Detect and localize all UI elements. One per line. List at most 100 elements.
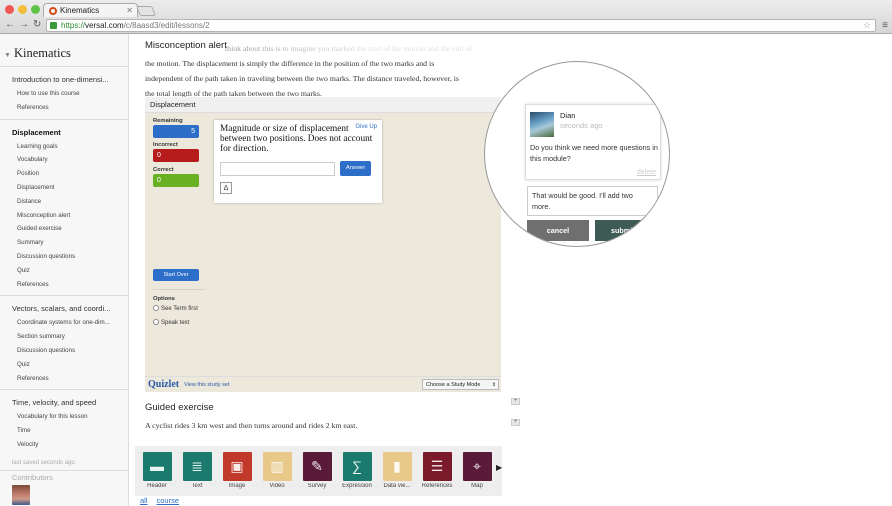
data-viz-icon: ▮	[382, 452, 412, 481]
sidebar-item[interactable]: References	[0, 101, 124, 115]
reply-textarea[interactable]: That would be good. I'll add two more.	[527, 186, 658, 216]
sidebar-item[interactable]: References	[0, 278, 124, 292]
answer-input[interactable]	[220, 162, 335, 176]
remaining-count: 5	[153, 125, 199, 138]
sidebar-item[interactable]: Vocabulary	[0, 153, 124, 167]
guided-exercise-heading[interactable]: Guided exercise	[145, 402, 214, 413]
minimize-window-button[interactable]	[18, 5, 27, 14]
comment-timestamp: seconds ago	[560, 121, 603, 130]
option-speak-text[interactable]: Speak text	[153, 319, 189, 326]
gadget-survey[interactable]: ✎ Survey	[298, 452, 336, 489]
image-icon: ▣	[222, 452, 252, 481]
answer-button[interactable]: Answer	[340, 161, 371, 176]
sidebar-section-title[interactable]: Displacement	[0, 126, 124, 140]
para-line-2: the motion. The displacement is simply t…	[145, 59, 435, 68]
incorrect-value: 0	[157, 152, 161, 159]
course-title[interactable]: ▼ Kinematics	[0, 34, 128, 66]
favicon-icon	[49, 7, 57, 15]
sidebar-section-title[interactable]: Time, velocity, and speed	[0, 396, 124, 410]
section-list: Introduction to one-dimensi... How to use…	[0, 67, 128, 456]
new-tab-button[interactable]	[136, 6, 156, 16]
sidebar-item[interactable]: Coordinate systems for one-dim...	[0, 316, 124, 330]
gadget-header[interactable]: ▬ Header	[138, 452, 176, 489]
gadget-image[interactable]: ▣ Image	[218, 452, 256, 489]
cancel-button[interactable]: cancel	[527, 220, 589, 241]
incorrect-count: 0	[153, 149, 199, 162]
gadget-video[interactable]: ▥ Video	[258, 452, 296, 489]
sidebar-item[interactable]: Discussion questions	[0, 250, 124, 264]
sidebar-item[interactable]: Position	[0, 167, 124, 181]
gadget-label: Data vie...	[383, 483, 411, 489]
submit-button[interactable]: submit	[595, 220, 659, 241]
browser-tab[interactable]: Kinematics ✕	[43, 3, 138, 17]
option-see-term-first[interactable]: See Term first	[153, 305, 198, 312]
expression-icon-glyph: ∑	[352, 458, 362, 474]
quizlet-logo[interactable]: Quizlet	[148, 379, 179, 390]
map-icon: ⌖	[462, 452, 492, 481]
special-character-button[interactable]: Δ	[220, 182, 232, 194]
sidebar-item[interactable]: How to use this course	[0, 87, 124, 101]
browser-menu-icon[interactable]: ≡	[882, 20, 888, 31]
address-bar[interactable]: https://versal.com/c/8aasd3/edit/lessons…	[46, 19, 876, 32]
sidebar-item[interactable]: Time	[0, 424, 124, 438]
sidebar-item[interactable]: Velocity	[0, 438, 124, 452]
bookmark-star-icon[interactable]: ☆	[863, 20, 871, 31]
sidebar-item[interactable]: Summary	[0, 236, 124, 250]
contributor-avatar[interactable]	[12, 484, 30, 505]
view-study-set-link[interactable]: View this study set	[184, 382, 229, 388]
gadget-label: Text	[191, 483, 203, 489]
scroll-right-icon[interactable]: ▶	[496, 463, 502, 472]
gadget-map[interactable]: ⌖ Map	[458, 452, 496, 489]
sidebar-item[interactable]: Distance	[0, 195, 124, 209]
sidebar-item[interactable]: Quiz	[0, 264, 124, 278]
forward-icon[interactable]: →	[19, 20, 29, 30]
commenter-name: Dian	[560, 111, 576, 120]
window-controls	[5, 5, 40, 14]
gadget-text[interactable]: ≣ Text	[178, 452, 216, 489]
radio-icon[interactable]	[153, 319, 159, 325]
sidebar-section-title[interactable]: Introduction to one-dimensi...	[0, 73, 124, 87]
gadget-references[interactable]: ☰ References	[418, 452, 456, 489]
sidebar-item[interactable]: Discussion questions	[0, 344, 124, 358]
option-label: Speak text	[161, 320, 190, 326]
sidebar-item[interactable]: Learning goals	[0, 140, 124, 154]
maximize-window-button[interactable]	[31, 5, 40, 14]
sidebar-item[interactable]: Section summary	[0, 330, 124, 344]
misconception-heading[interactable]: Misconception alert	[145, 40, 227, 51]
guided-exercise-text[interactable]: A cyclist rides 3 km west and then turns…	[145, 421, 357, 430]
text-icon-glyph: ≣	[191, 458, 203, 474]
video-icon-glyph: ▥	[270, 458, 284, 474]
delete-comment-link[interactable]: delete	[637, 169, 656, 176]
close-window-button[interactable]	[5, 5, 14, 14]
video-icon: ▥	[262, 452, 292, 481]
sidebar-item[interactable]: Displacement	[0, 181, 124, 195]
reload-icon[interactable]: ↻	[33, 20, 41, 30]
gadget-expression[interactable]: ∑ Expression	[338, 452, 376, 489]
gadget-data-vie[interactable]: ▮ Data vie...	[378, 452, 416, 489]
sidebar-item[interactable]: Vocabulary for this lesson	[0, 410, 124, 424]
collapse-triangle-icon[interactable]: ▼	[4, 51, 11, 59]
add-comment-button[interactable]: +	[511, 419, 520, 426]
back-icon[interactable]: ←	[5, 20, 15, 30]
course-sidebar: ▼ Kinematics Introduction to one-dimensi.…	[0, 34, 129, 506]
header-icon-glyph: ▬	[150, 458, 164, 474]
header-icon: ▬	[142, 452, 172, 481]
start-over-button[interactable]: Start Over	[153, 269, 199, 281]
radio-icon[interactable]	[153, 305, 159, 311]
filter-all[interactable]: all	[140, 496, 148, 505]
sidebar-item[interactable]: Quiz	[0, 358, 124, 372]
sidebar-section: Vectors, scalars, and coordi... Coordinat…	[0, 295, 128, 389]
sidebar-section-title[interactable]: Vectors, scalars, and coordi...	[0, 302, 124, 316]
close-tab-icon[interactable]: ✕	[126, 6, 133, 15]
sidebar-item[interactable]: Misconception alert	[0, 209, 124, 223]
option-label: See Term first	[161, 306, 198, 312]
references-icon-glyph: ☰	[430, 458, 444, 474]
add-comment-button[interactable]: +	[511, 398, 520, 405]
text-icon: ≣	[182, 452, 212, 481]
sidebar-item[interactable]: References	[0, 372, 124, 386]
study-mode-select[interactable]: Choose a Study Mode ⇕	[422, 379, 499, 390]
gadget-label: References	[421, 483, 453, 489]
sidebar-item[interactable]: Guided exercise	[0, 222, 124, 236]
give-up-link[interactable]: Give Up	[355, 124, 377, 130]
filter-course[interactable]: course	[157, 496, 180, 505]
